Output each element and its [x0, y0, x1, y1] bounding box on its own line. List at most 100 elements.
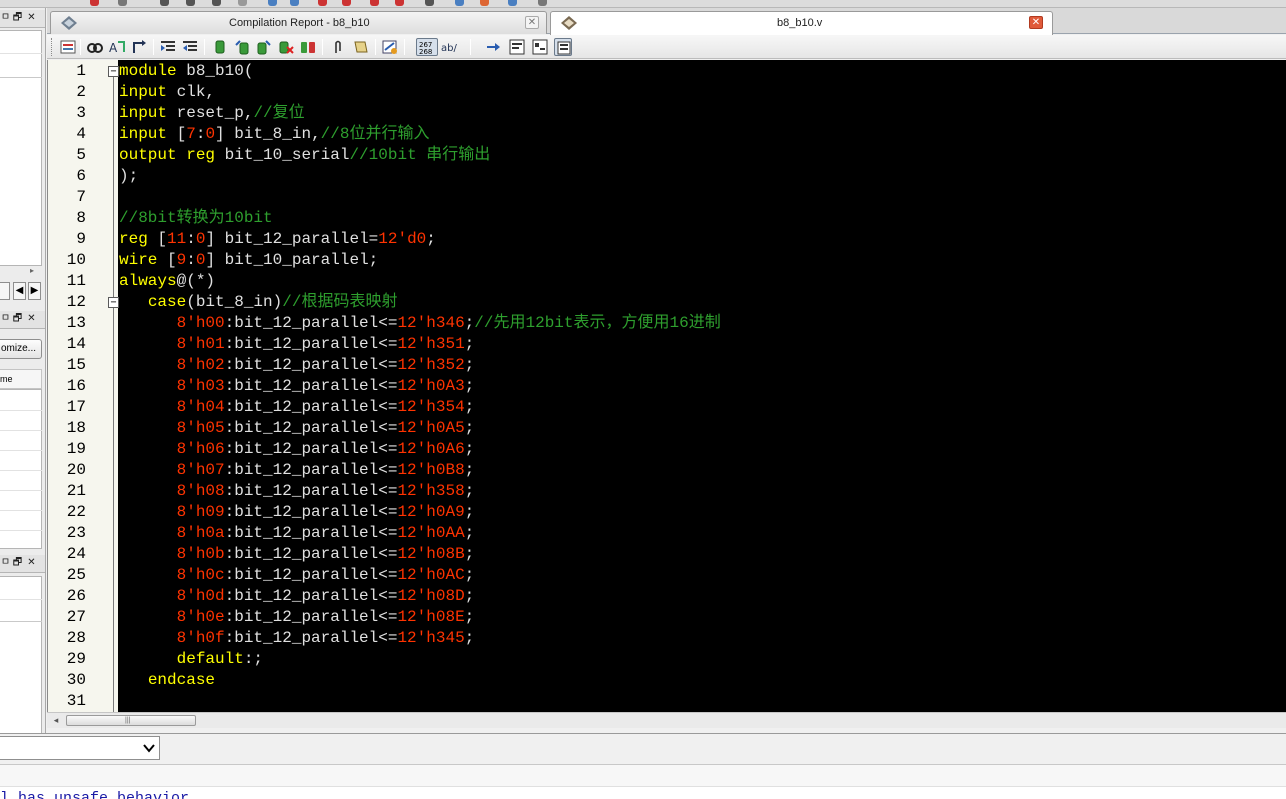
- goto-line-icon[interactable]: [130, 38, 148, 56]
- word-wrap-icon[interactable]: ab/: [440, 38, 458, 56]
- code-line[interactable]: 21 8'h08:bit_12_parallel<=12'h358;: [48, 481, 1286, 502]
- toolbar-icon[interactable]: [538, 0, 547, 6]
- close-icon[interactable]: ✕: [26, 12, 37, 24]
- code-line[interactable]: 14 8'h01:bit_12_parallel<=12'h351;: [48, 334, 1286, 355]
- message-list[interactable]: l has unsafe behavior: [0, 764, 1286, 799]
- code-line[interactable]: 13 8'h00:bit_12_parallel<=12'h346;//先用12…: [48, 313, 1286, 334]
- customize-button[interactable]: omize...: [0, 339, 42, 359]
- open-document-icon[interactable]: [59, 38, 77, 56]
- message-item[interactable]: l has unsafe behavior: [0, 790, 189, 799]
- syntax-check-icon[interactable]: [381, 38, 399, 56]
- clear-bookmarks-icon[interactable]: [277, 38, 295, 56]
- message-filter-dropdown[interactable]: [0, 736, 160, 760]
- tasks-column-header[interactable]: me: [0, 369, 42, 389]
- fold-toggle-icon[interactable]: −: [108, 66, 119, 77]
- project-navigator-tree[interactable]: [0, 30, 42, 266]
- toolbar-icon[interactable]: [425, 0, 434, 6]
- code-line[interactable]: 27 8'h0e:bit_12_parallel<=12'h08E;: [48, 607, 1286, 628]
- toolbar-icon[interactable]: [290, 0, 299, 6]
- restore-icon[interactable]: 🗗: [12, 12, 23, 24]
- scroll-left-icon[interactable]: ◂: [51, 714, 61, 727]
- code-line[interactable]: 31: [48, 691, 1286, 712]
- toolbar-icon[interactable]: [186, 0, 195, 6]
- toolbar-icon[interactable]: [90, 0, 99, 6]
- code-line[interactable]: 24 8'h0b:bit_12_parallel<=12'h08B;: [48, 544, 1286, 565]
- toolbar-icon[interactable]: [318, 0, 327, 6]
- insert-arrow-icon[interactable]: [484, 38, 502, 56]
- insert-template-icon[interactable]: [352, 38, 370, 56]
- tree-scroll-right-icon[interactable]: ▸: [30, 266, 34, 275]
- code-line[interactable]: 18 8'h05:bit_12_parallel<=12'h0A5;: [48, 418, 1286, 439]
- toolbar-icon[interactable]: [160, 0, 169, 6]
- find-icon[interactable]: [86, 38, 104, 56]
- increase-indent-icon[interactable]: [159, 38, 177, 56]
- scrollbar-thumb[interactable]: |||: [66, 715, 196, 726]
- code-line[interactable]: 15 8'h02:bit_12_parallel<=12'h352;: [48, 355, 1286, 376]
- close-tab-icon[interactable]: ✕: [525, 16, 539, 29]
- previous-bookmark-icon[interactable]: [233, 38, 251, 56]
- close-icon[interactable]: ✕: [26, 313, 37, 325]
- toolbar-icon[interactable]: [395, 0, 404, 6]
- code-line[interactable]: 8 //8bit转换为10bit: [48, 208, 1286, 229]
- code-line[interactable]: 30 endcase: [48, 670, 1286, 691]
- code-line[interactable]: 26 8'h0d:bit_12_parallel<=12'h08D;: [48, 586, 1286, 607]
- editor-horizontal-scrollbar[interactable]: ◂ |||: [47, 712, 1286, 728]
- line-numbers-toggle-icon[interactable]: 267 268: [416, 38, 438, 56]
- toolbar-icon[interactable]: [370, 0, 379, 6]
- code-line[interactable]: 3 input reset_p,//复位: [48, 103, 1286, 124]
- toolbar-grip[interactable]: [51, 38, 53, 56]
- nav-prev-button[interactable]: ◀: [13, 282, 26, 300]
- tab-b8-b10-v[interactable]: b8_b10.v ✕: [550, 11, 1053, 35]
- toolbar-icon[interactable]: [212, 0, 221, 6]
- restore-icon[interactable]: 🗗: [12, 313, 23, 325]
- decrease-indent-icon[interactable]: [181, 38, 199, 56]
- toolbar-icon[interactable]: [342, 0, 351, 6]
- code-line[interactable]: 4 input [7:0] bit_8_in,//8位并行输入: [48, 124, 1286, 145]
- code-line[interactable]: 12 − case(bit_8_in)//根据码表映射: [48, 292, 1286, 313]
- code-line[interactable]: 22 8'h09:bit_12_parallel<=12'h0A9;: [48, 502, 1286, 523]
- tab-compilation-report[interactable]: Compilation Report - b8_b10 ✕: [50, 11, 547, 34]
- code-line[interactable]: 2 input clk,: [48, 82, 1286, 103]
- close-tab-icon[interactable]: ✕: [1029, 16, 1043, 29]
- code-line[interactable]: 10 wire [9:0] bit_10_parallel;: [48, 250, 1286, 271]
- code-editor[interactable]: 1− module b8_b10(2 input clk, 3 input reset_…: [47, 60, 1286, 712]
- ip-catalog-list[interactable]: [0, 576, 42, 733]
- toolbar-icon[interactable]: [508, 0, 517, 6]
- code-line[interactable]: 19 8'h06:bit_12_parallel<=12'h0A6;: [48, 439, 1286, 460]
- nav-next-button[interactable]: ▶: [28, 282, 41, 300]
- fold-toggle-icon[interactable]: −: [108, 297, 119, 308]
- code-line[interactable]: 5 output reg bit_10_serial//10bit 串行输出: [48, 145, 1286, 166]
- restore-icon[interactable]: 🗗: [12, 557, 23, 569]
- attach-icon[interactable]: [329, 38, 347, 56]
- toolbar-icon[interactable]: [268, 0, 277, 6]
- next-bookmark-icon[interactable]: [255, 38, 273, 56]
- toolbar-icon[interactable]: [238, 0, 247, 6]
- code-line[interactable]: 17 8'h04:bit_12_parallel<=12'h354;: [48, 397, 1286, 418]
- code-line[interactable]: 23 8'h0a:bit_12_parallel<=12'h0AA;: [48, 523, 1286, 544]
- code-line[interactable]: 29 default:;: [48, 649, 1286, 670]
- toolbar-icon[interactable]: [118, 0, 127, 6]
- code-line[interactable]: 20 8'h07:bit_12_parallel<=12'h0B8;: [48, 460, 1286, 481]
- pin-icon[interactable]: ㅁ: [0, 12, 11, 24]
- fullscreen-icon[interactable]: [554, 38, 572, 56]
- expand-all-icon[interactable]: [531, 38, 549, 56]
- code-line[interactable]: 9 reg [11:0] bit_12_parallel=12'd0;: [48, 229, 1286, 250]
- code-line[interactable]: 16 8'h03:bit_12_parallel<=12'h0A3;: [48, 376, 1286, 397]
- toolbar-icon[interactable]: [480, 0, 489, 6]
- toolbar-icon[interactable]: [455, 0, 464, 6]
- code-line[interactable]: 6);: [48, 166, 1286, 187]
- collapse-all-icon[interactable]: [508, 38, 526, 56]
- pin-icon[interactable]: ㅁ: [0, 557, 11, 569]
- code-line[interactable]: 25 8'h0c:bit_12_parallel<=12'h0AC;: [48, 565, 1286, 586]
- code-line[interactable]: 1 − module b8_b10(: [48, 61, 1286, 82]
- close-icon[interactable]: ✕: [26, 557, 37, 569]
- code-line[interactable]: 28 8'h0f:bit_12_parallel<=12'h345;: [48, 628, 1286, 649]
- pin-icon[interactable]: ㅁ: [0, 313, 11, 325]
- code-line[interactable]: 7: [48, 187, 1286, 208]
- tasks-list[interactable]: [0, 389, 42, 549]
- bookmark-list-icon[interactable]: [299, 38, 317, 56]
- find-replace-icon[interactable]: A: [108, 38, 126, 56]
- code-line[interactable]: 11 always@(*): [48, 271, 1286, 292]
- bookmark-icon[interactable]: [211, 38, 229, 56]
- nav-left-tail[interactable]: [0, 282, 10, 300]
